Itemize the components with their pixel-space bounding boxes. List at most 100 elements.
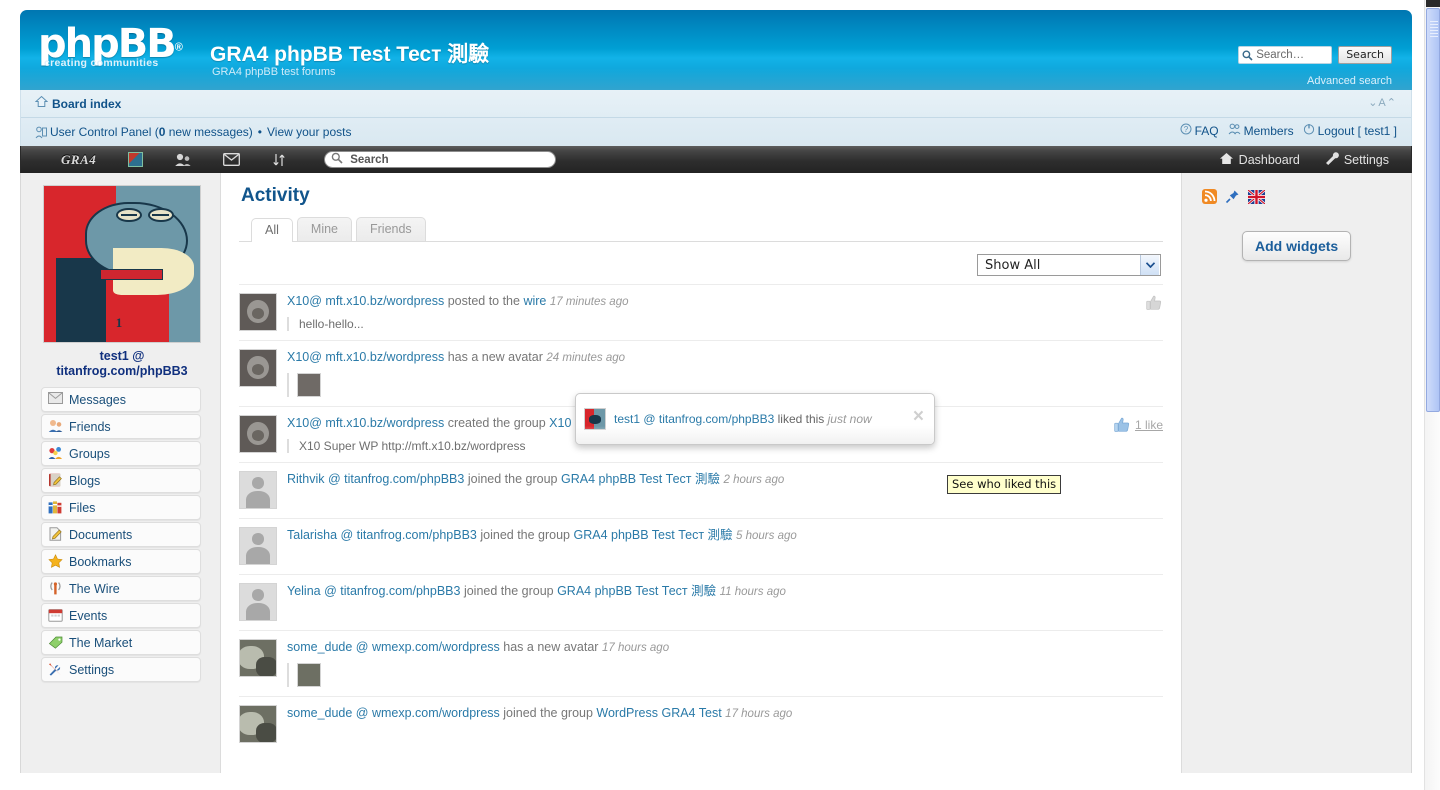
feed-time: 17 minutes ago [550, 296, 629, 308]
feed-avatar-thumb[interactable] [297, 663, 321, 687]
filter-selected-value: Show All [985, 258, 1040, 273]
like-cell[interactable]: 1 like [1114, 417, 1163, 433]
sidebar-username[interactable]: test1 @ titanfrog.com/phpBB3 [43, 349, 201, 379]
notebook-icon [48, 473, 63, 488]
username-line2[interactable]: titanfrog.com/phpBB3 [56, 364, 187, 378]
sidebar-item-blogs[interactable]: Blogs [41, 468, 201, 493]
thumbs-up-icon[interactable] [1114, 417, 1131, 433]
rss-icon[interactable] [1202, 189, 1217, 209]
chevron-down-icon [1140, 255, 1159, 275]
activity-filter-select[interactable]: Show All [977, 254, 1161, 276]
dashboard-link[interactable]: Dashboard [1219, 152, 1300, 168]
user-control-panel-link[interactable]: User Control Panel [50, 125, 151, 139]
feed-avatar[interactable] [239, 349, 277, 387]
feed-target-link[interactable]: wire [523, 294, 546, 308]
thumbs-up-icon[interactable] [1146, 295, 1163, 311]
sidebar-item-documents[interactable]: Documents [41, 522, 201, 547]
feed-time: 5 hours ago [736, 530, 797, 542]
messages-icon[interactable] [218, 153, 244, 166]
logout-link[interactable]: Logout [ test1 ] [1318, 124, 1397, 138]
updates-icon[interactable] [266, 153, 292, 167]
avatar[interactable]: 1 [43, 185, 201, 343]
search-button[interactable]: Search [1338, 46, 1392, 64]
feed-user-link[interactable]: Talarisha @ titanfrog.com/phpBB3 [287, 528, 477, 542]
view-your-posts-link[interactable]: View your posts [267, 125, 352, 139]
feed-user-link[interactable]: X10@ mft.x10.bz/wordpress [287, 416, 444, 430]
scrollbar[interactable] [1424, 0, 1440, 790]
advanced-search-link[interactable]: Advanced search [1307, 75, 1392, 87]
friends-icon[interactable] [170, 153, 196, 167]
avatar-icon[interactable] [122, 152, 148, 167]
feed-body: some_dude @ wmexp.com/wordpress has a ne… [287, 639, 1163, 687]
feed-body: some_dude @ wmexp.com/wordpress joined t… [287, 705, 1163, 743]
feed-user-link[interactable]: some_dude @ wmexp.com/wordpress [287, 706, 500, 720]
feed-user-link[interactable]: Rithvik @ titanfrog.com/phpBB3 [287, 472, 464, 486]
phpbb-logo[interactable]: phpBB® creating communities [38, 24, 196, 76]
tab-mine[interactable]: Mine [297, 217, 352, 241]
logout-link-wrap[interactable]: Logout [ test1 ] [1303, 123, 1397, 138]
groups-icon [48, 446, 63, 461]
feed-avatar[interactable] [239, 583, 277, 621]
feed-avatar[interactable] [239, 415, 277, 453]
feed-user-link[interactable]: X10@ mft.x10.bz/wordpress [287, 294, 444, 308]
sidebar-item-events[interactable]: Events [41, 603, 201, 628]
feed-target-link[interactable]: WordPress GRA4 Test [596, 706, 721, 720]
font-size-controls[interactable]: ⌄A⌃ [1368, 96, 1397, 109]
feed-avatar-thumb[interactable] [297, 373, 321, 397]
feed-target-link[interactable]: GRA4 phpBB Test Тест 測驗 [561, 472, 720, 486]
feed-target-link[interactable]: GRA4 phpBB Test Тест 測驗 [557, 584, 716, 598]
tab-friends[interactable]: Friends [356, 217, 426, 241]
feed-user-link[interactable]: some_dude @ wmexp.com/wordpress [287, 640, 500, 654]
feed-time: 2 hours ago [724, 474, 785, 486]
faq-link-wrap[interactable]: ? FAQ [1180, 123, 1219, 138]
like-popup: test1 @ titanfrog.com/phpBB3 liked this … [575, 393, 935, 445]
activity-heading: Activity [241, 185, 1163, 207]
faq-link[interactable]: FAQ [1195, 124, 1219, 138]
scrollbar-up-cap[interactable] [1426, 0, 1440, 7]
feed-target-link[interactable]: GRA4 phpBB Test Тест 測驗 [574, 528, 733, 542]
sidebar-item-friends[interactable]: Friends [41, 414, 201, 439]
site-subtitle: GRA4 phpBB test forums [212, 66, 336, 78]
sidebar-item-label: Messages [69, 393, 126, 407]
sidebar-item-bookmarks[interactable]: Bookmarks [41, 549, 201, 574]
folders-icon [48, 500, 63, 515]
feed-avatar[interactable] [239, 705, 277, 743]
feed-time: 11 hours ago [720, 586, 786, 598]
sidebar-item-the-market[interactable]: The Market [41, 630, 201, 655]
like-count[interactable]: 1 like [1135, 418, 1163, 432]
username-line1[interactable]: test1 @ [100, 349, 145, 363]
gra4-brand[interactable]: GRA4 [61, 152, 96, 168]
members-link[interactable]: Members [1244, 124, 1294, 138]
tag-icon [48, 635, 63, 650]
feed-action: joined the group [480, 528, 570, 542]
like-popup-user[interactable]: test1 @ titanfrog.com/phpBB3 [614, 412, 774, 426]
feed-avatar[interactable] [239, 639, 277, 677]
site-header: phpBB® creating communities GRA4 phpBB T… [20, 10, 1412, 90]
star-icon [48, 554, 63, 569]
feed-user-link[interactable]: X10@ mft.x10.bz/wordpress [287, 350, 444, 364]
scrollbar-thumb[interactable] [1426, 8, 1440, 412]
add-widgets-button[interactable]: Add widgets [1242, 231, 1351, 261]
feed-avatar[interactable] [239, 527, 277, 565]
feed-text: some_dude @ wmexp.com/wordpress has a ne… [287, 639, 1163, 657]
feed-user-link[interactable]: Yelina @ titanfrog.com/phpBB3 [287, 584, 460, 598]
settings-link[interactable]: Settings [1324, 152, 1389, 168]
sidebar-item-the-wire[interactable]: The Wire [41, 576, 201, 601]
search-input[interactable]: Search… [1238, 46, 1332, 64]
main-column: Activity AllMineFriends Show All X10@ mf… [221, 173, 1181, 773]
breadcrumb-board-index[interactable]: Board index [52, 97, 121, 111]
flag-uk-icon[interactable] [1248, 190, 1265, 209]
pin-icon[interactable] [1225, 189, 1240, 209]
gra4-search-input[interactable]: Search [324, 151, 556, 168]
feed-avatar[interactable] [239, 471, 277, 509]
sidebar-item-groups[interactable]: Groups [41, 441, 201, 466]
like-cell[interactable] [1146, 295, 1163, 311]
sidebar-item-messages[interactable]: Messages [41, 387, 201, 412]
sidebar-item-files[interactable]: Files [41, 495, 201, 520]
tab-all[interactable]: All [251, 218, 293, 242]
close-icon[interactable]: × [913, 407, 924, 426]
sidebar-item-settings[interactable]: Settings [41, 657, 201, 682]
activity-feed: X10@ mft.x10.bz/wordpress posted to the … [239, 284, 1163, 752]
feed-avatar[interactable] [239, 293, 277, 331]
members-link-wrap[interactable]: Members [1228, 123, 1294, 138]
